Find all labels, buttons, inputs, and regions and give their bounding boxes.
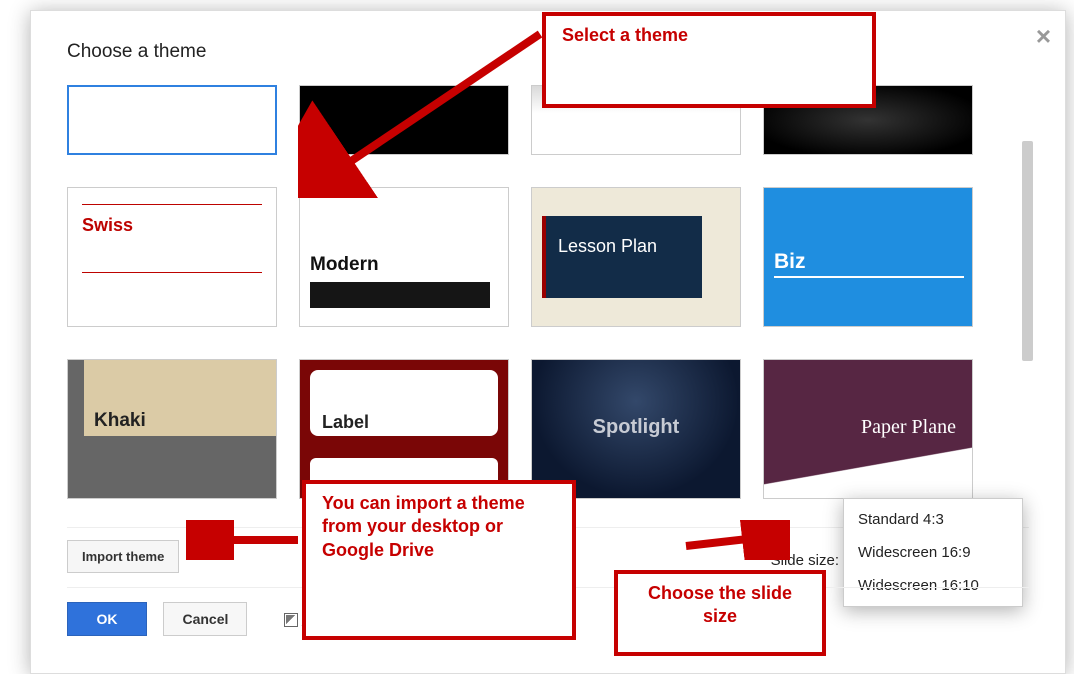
decorative-line — [82, 204, 262, 205]
annotation-select-theme: Select a theme — [542, 12, 876, 108]
checkbox-icon[interactable] — [284, 613, 298, 627]
slide-size-option-4-3[interactable]: Standard 4:3 — [844, 503, 1022, 536]
theme-khaki[interactable]: Khaki — [67, 359, 277, 499]
theme-label: Swiss — [82, 215, 262, 236]
arrow-icon — [298, 28, 548, 198]
decorative-bar — [310, 282, 490, 308]
theme-label: Khaki — [94, 410, 146, 432]
decorative-wing — [764, 442, 973, 498]
ok-button[interactable]: OK — [67, 602, 147, 636]
theme-label: Lesson Plan — [558, 236, 657, 257]
theme-simple-light[interactable] — [67, 85, 277, 155]
theme-paper-plane[interactable]: Paper Plane — [763, 359, 973, 499]
decorative-line — [774, 276, 964, 278]
dialog-title: Choose a theme — [67, 41, 206, 63]
scrollbar-thumb[interactable] — [1022, 141, 1033, 361]
theme-swiss[interactable]: Swiss — [67, 187, 277, 327]
theme-label: Modern — [310, 254, 508, 276]
theme-biz[interactable]: Biz — [763, 187, 973, 327]
slide-size-option-16-9[interactable]: Widescreen 16:9 — [844, 536, 1022, 569]
theme-spotlight[interactable]: Spotlight — [531, 359, 741, 499]
theme-label: Biz — [774, 250, 806, 274]
close-icon[interactable]: × — [1036, 23, 1051, 49]
theme-modern[interactable]: Modern — [299, 187, 509, 327]
theme-label[interactable]: Label — [299, 359, 509, 499]
decorative-line — [82, 272, 262, 273]
arrow-icon — [186, 520, 306, 560]
decorative-box — [542, 216, 702, 298]
arrow-icon — [680, 520, 790, 560]
annotation-slide-size: Choose the slide size — [614, 570, 826, 656]
annotation-import-theme: You can import a theme from your desktop… — [302, 480, 576, 640]
theme-lesson-plan[interactable]: Lesson Plan — [531, 187, 741, 327]
import-theme-button[interactable]: Import theme — [67, 540, 179, 573]
theme-label: Spotlight — [532, 416, 740, 439]
theme-label: Paper Plane — [861, 416, 956, 439]
theme-label: Label — [322, 412, 369, 433]
cancel-button[interactable]: Cancel — [163, 602, 247, 636]
